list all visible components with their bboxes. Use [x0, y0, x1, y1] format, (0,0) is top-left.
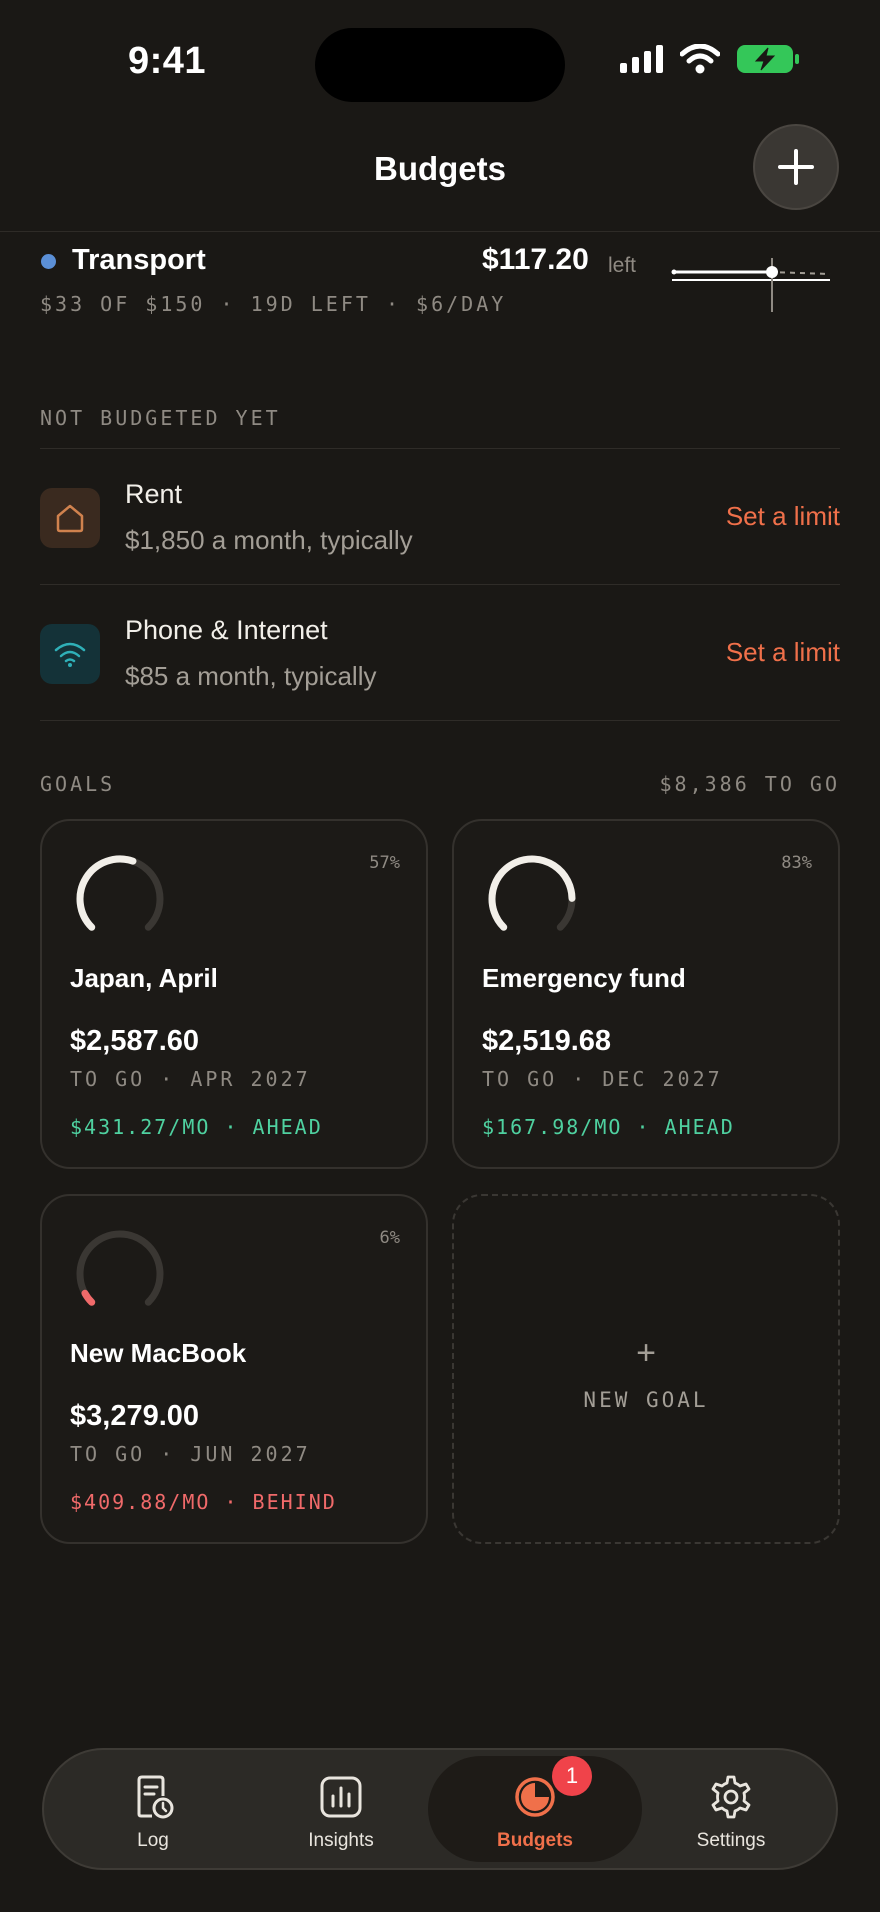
not-budgeted-heading: NOT BUDGETED YET: [40, 406, 281, 430]
goal-card-new-macbook[interactable]: 6% New MacBook $3,279.00 TO GO · JUN 202…: [40, 1194, 428, 1544]
ring-fill: [488, 855, 576, 931]
item-name: Phone & Internet: [125, 615, 328, 645]
tab-label: Budgets: [497, 1830, 573, 1851]
tab-bar: Log Insights 1 Budgets Settings: [42, 1748, 838, 1870]
new-goal-label: NEW GOAL: [583, 1388, 709, 1412]
goal-progress-ring: [76, 855, 164, 931]
goal-amount: $2,519.68: [482, 1025, 612, 1057]
notification-badge: 1: [552, 1756, 592, 1796]
goal-progress-ring: [76, 1230, 164, 1306]
goal-due: TO GO · JUN 2027: [70, 1442, 311, 1466]
tab-insights[interactable]: Insights: [246, 1750, 436, 1868]
wifi-icon: [54, 642, 86, 667]
rent-icon-tile: [40, 488, 100, 548]
receipt-clock-icon: [137, 1775, 174, 1819]
goal-card-emergency-fund[interactable]: 83% Emergency fund $2,519.68 TO GO · DEC…: [452, 819, 840, 1169]
not-budgeted-item-rent[interactable]: Rent $1,850 a month, typically Set a lim…: [40, 449, 840, 585]
goal-percent: 6%: [379, 1228, 400, 1248]
pie-icon: [515, 1777, 555, 1817]
category-color-dot: [41, 254, 56, 269]
bar-chart-icon: [320, 1776, 362, 1818]
ring-fill: [81, 1289, 96, 1306]
goal-amount: $3,279.00: [70, 1400, 200, 1432]
goal-pace: $431.27/MO · AHEAD: [70, 1115, 323, 1139]
new-goal-button[interactable]: + NEW GOAL: [452, 1194, 840, 1544]
item-name: Rent: [125, 479, 183, 509]
goals-summary: $8,386 TO GO: [659, 772, 840, 796]
battery-charging-icon: [737, 45, 799, 73]
gear-icon: [711, 1775, 751, 1819]
add-budget-button[interactable]: [753, 124, 839, 210]
plus-icon: [778, 149, 814, 185]
goal-name: Emergency fund: [482, 963, 686, 993]
tab-label: Log: [137, 1830, 169, 1851]
goal-due: TO GO · APR 2027: [70, 1067, 311, 1091]
budget-left-label: left: [608, 254, 637, 277]
tab-label: Insights: [308, 1830, 374, 1851]
cellular-signal-icon: [620, 45, 663, 73]
ring-fill: [76, 855, 137, 931]
item-desc: $85 a month, typically: [125, 661, 377, 691]
item-desc: $1,850 a month, typically: [125, 525, 413, 555]
not-budgeted-item-phone[interactable]: Phone & Internet $85 a month, typically …: [40, 585, 840, 721]
set-limit-button[interactable]: Set a limit: [726, 501, 840, 532]
status-bar: 9:41: [0, 0, 880, 120]
goal-name: Japan, April: [70, 963, 218, 993]
dynamic-island: [315, 28, 565, 102]
budget-remaining: $117.20: [482, 243, 589, 276]
tab-budgets[interactable]: 1 Budgets: [428, 1756, 642, 1862]
status-time: 9:41: [128, 40, 207, 82]
not-budgeted-list: Rent $1,850 a month, typically Set a lim…: [40, 448, 840, 721]
tab-log[interactable]: Log: [58, 1750, 248, 1868]
budget-name: Transport: [72, 244, 206, 276]
goal-percent: 83%: [781, 853, 812, 873]
plus-icon: +: [636, 1334, 656, 1372]
wifi-status-icon: [680, 44, 720, 74]
set-limit-button[interactable]: Set a limit: [726, 637, 840, 668]
goal-amount: $2,587.60: [70, 1025, 200, 1057]
goal-card-japan[interactable]: 57% Japan, April $2,587.60 TO GO · APR 2…: [40, 819, 428, 1169]
goal-due: TO GO · DEC 2027: [482, 1067, 723, 1091]
status-icons: [620, 44, 800, 74]
goal-pace: $409.88/MO · BEHIND: [70, 1490, 337, 1514]
header: Budgets: [0, 120, 880, 232]
phone-icon-tile: [40, 624, 100, 684]
tab-settings[interactable]: Settings: [636, 1750, 826, 1868]
tab-label: Settings: [696, 1830, 766, 1851]
goal-percent: 57%: [369, 853, 400, 873]
budget-row-transport[interactable]: Transport $117.20 left $33 OF $150 · 19D…: [40, 240, 840, 330]
goals-heading: GOALS: [40, 772, 116, 796]
goal-name: New MacBook: [70, 1338, 247, 1368]
ring-track: [76, 1230, 164, 1306]
budget-pace-sparkline: [671, 258, 831, 312]
goal-progress-ring: [488, 855, 576, 931]
goal-pace: $167.98/MO · AHEAD: [482, 1115, 735, 1139]
budget-meta: $33 OF $150 · 19D LEFT · $6/DAY: [40, 292, 507, 316]
house-icon: [56, 504, 84, 533]
page-title: Budgets: [374, 150, 506, 187]
